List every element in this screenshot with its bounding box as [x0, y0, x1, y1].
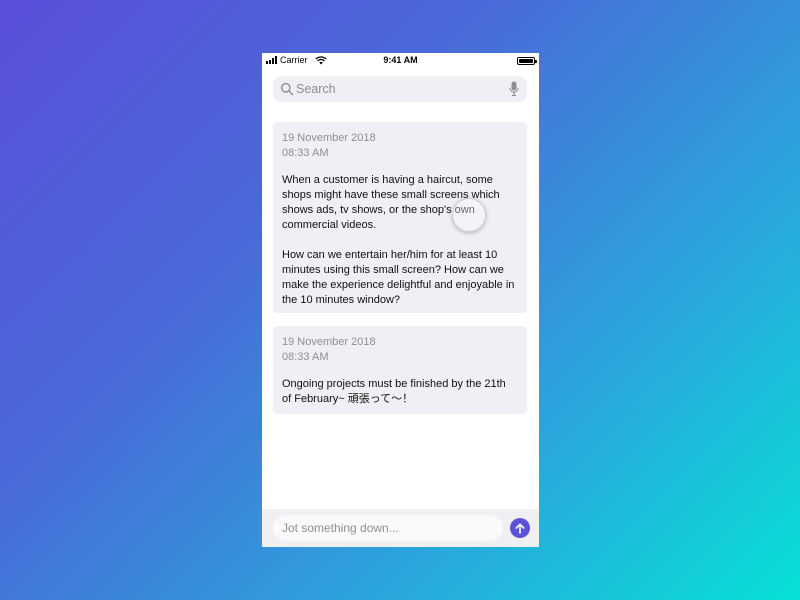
- note-card[interactable]: 19 November 2018 08:33 AM When a custome…: [273, 122, 527, 313]
- arrow-up-icon: [515, 522, 525, 534]
- note-body: When a customer is having a haircut, som…: [282, 174, 515, 306]
- note-date: 19 November 2018: [282, 336, 376, 348]
- status-bar: Carrier 9:41 AM: [262, 53, 539, 69]
- send-button[interactable]: [510, 518, 530, 538]
- note-time: 08:33 AM: [282, 147, 329, 159]
- battery-icon: [517, 57, 537, 65]
- search-input[interactable]: Search: [296, 82, 336, 96]
- note-time: 08:33 AM: [282, 351, 329, 363]
- composer-bar: [262, 509, 539, 547]
- phone-screen: Carrier 9:41 AM Search 19 November 2018 …: [262, 53, 539, 547]
- compose-input[interactable]: [273, 515, 503, 541]
- touch-indicator: [452, 198, 486, 232]
- search-icon: [280, 82, 294, 96]
- note-date: 19 November 2018: [282, 132, 376, 144]
- note-body: Ongoing projects must be finished by the…: [282, 378, 506, 405]
- mic-icon[interactable]: [509, 81, 519, 97]
- status-time: 9:41 AM: [383, 55, 418, 65]
- search-bar[interactable]: Search: [273, 76, 527, 102]
- note-card[interactable]: 19 November 2018 08:33 AM Ongoing projec…: [273, 326, 527, 414]
